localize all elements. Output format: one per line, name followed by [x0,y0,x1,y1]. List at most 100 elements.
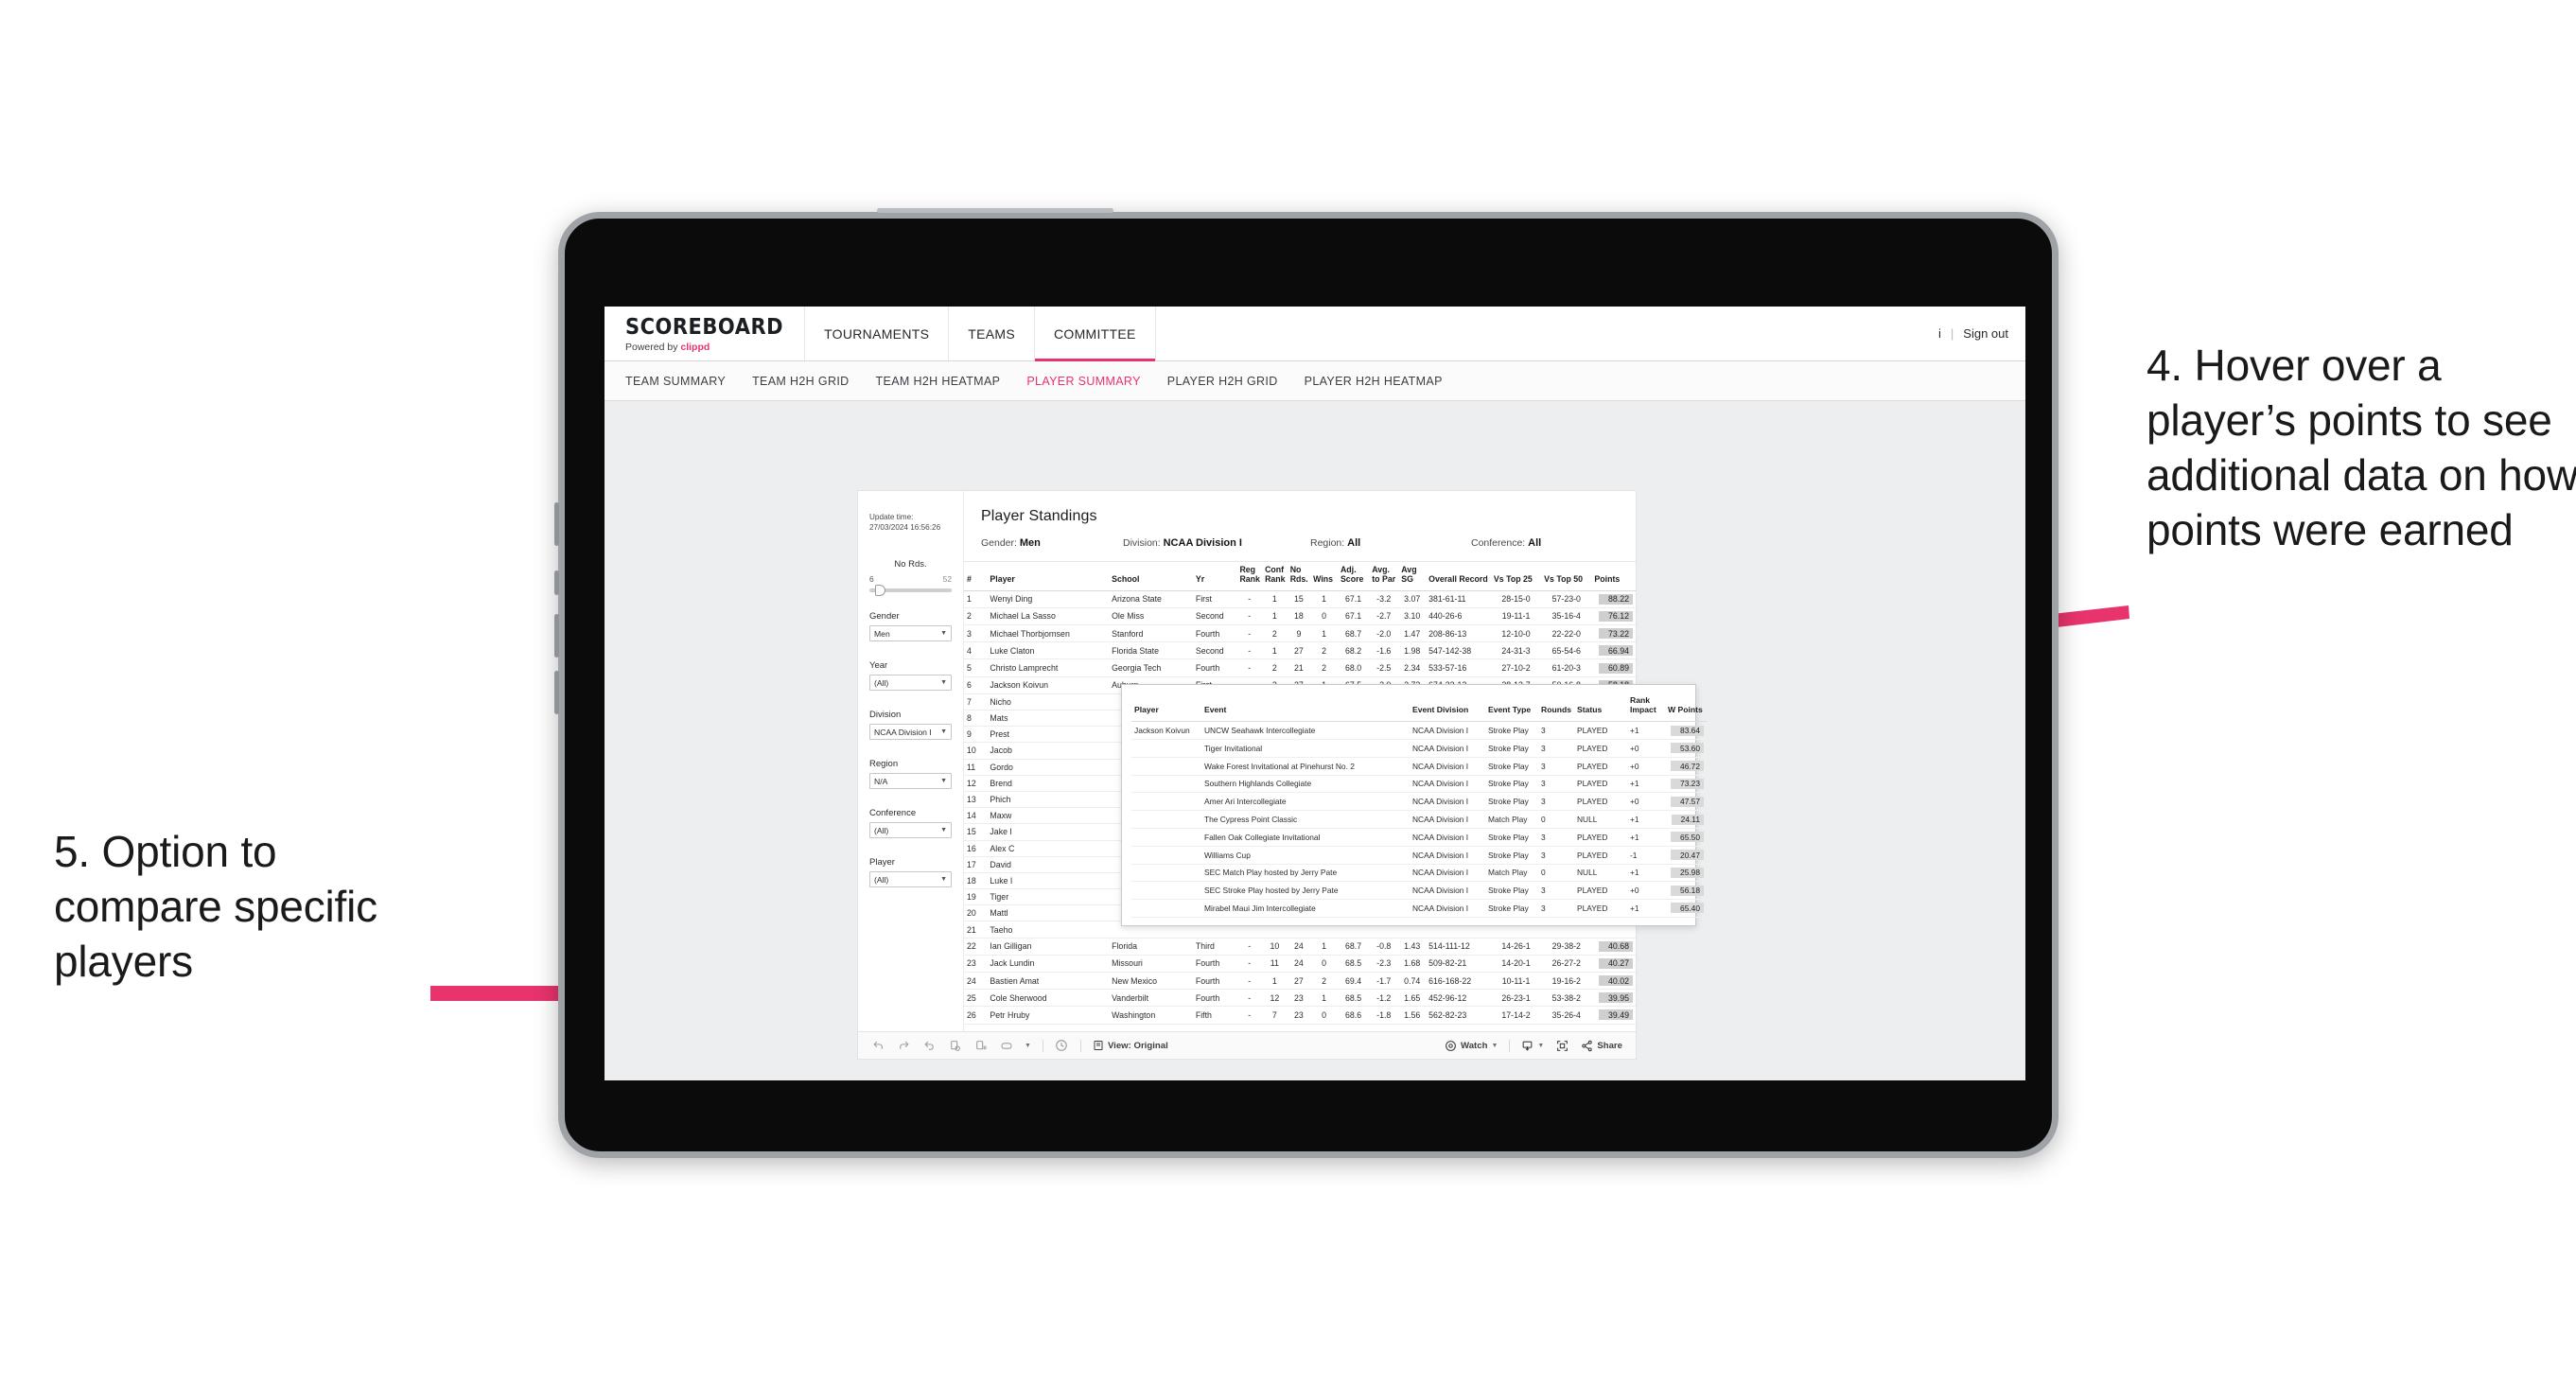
brand-logo[interactable]: SCOREBOARD Powered by clippd [605,307,806,360]
player-cell: Christo Lamprecht [987,658,1110,677]
avg-sg-cell: 3.10 [1398,607,1427,626]
points-cell[interactable]: 76.12 [1591,607,1636,626]
table-row[interactable]: 22 Ian Gilligan Florida Third -10 24 1 68.7 -0.8… [964,938,1636,956]
table-row[interactable]: 24 Bastien Amat New Mexico Fourth -1 27 2 69.4-… [964,972,1636,991]
rank-cell: 1 [964,590,988,608]
share-button[interactable]: Share [1581,1040,1622,1052]
chevron-down-icon[interactable]: ▼ [1025,1043,1031,1049]
filter-gender-select[interactable]: Men ▼ [869,625,952,642]
slider-handle[interactable] [875,585,885,597]
th-yr[interactable]: Yr [1192,562,1237,591]
fullscreen-icon[interactable] [1555,1039,1569,1053]
tooltip-rank-impact-cell: +1 [1627,721,1665,741]
filter-year-select[interactable]: (All) ▼ [869,675,952,692]
refresh-data-icon[interactable] [948,1039,962,1053]
subnav-item-player-h2h-grid[interactable]: PLAYER H2H GRID [1167,375,1278,388]
table-row[interactable]: 1 Wenyi Ding Arizona State First -1 15 1 67.1 -3… [964,590,1636,608]
table-row[interactable]: 5 Christo Lamprecht Georgia Tech Fourth -2 21… [964,658,1636,677]
history-clock-icon[interactable] [1055,1039,1069,1053]
points-cell[interactable]: 60.89 [1591,658,1636,677]
subnav-item-player-h2h-heatmap[interactable]: PLAYER H2H HEATMAP [1305,375,1443,388]
points-cell[interactable]: 40.27 [1591,955,1636,974]
player-cell: Bastien Amat [987,972,1110,991]
tooltip-rank-impact-cell: +1 [1627,810,1665,829]
meta-conference-label: Conference: [1471,537,1526,549]
subnav-item-team-h2h-grid[interactable]: TEAM H2H GRID [752,375,849,388]
points-cell[interactable]: 39.49 [1591,1006,1636,1025]
view-original-button[interactable]: View: Original [1093,1040,1168,1051]
adj-score-cell: 69.4 [1337,972,1370,991]
nav-item-committee[interactable]: COMMITTEE [1034,307,1156,361]
sign-out-link[interactable]: Sign out [1963,326,2008,341]
player-cell: Michael La Sasso [987,607,1110,626]
points-cell[interactable]: 39.95 [1591,989,1636,1008]
subnav-item-team-summary[interactable]: TEAM SUMMARY [625,375,726,388]
meta-region-value: All [1347,537,1361,549]
tooltip-type-cell: Stroke Play [1485,899,1538,918]
tooltip-row: The Cypress Point Classic NCAA Division I… [1131,810,1707,829]
redo-icon[interactable] [897,1039,911,1053]
adj-score-cell: 68.7 [1337,624,1370,643]
nav-item-teams[interactable]: TEAMS [949,307,1035,360]
slider-track[interactable] [869,585,952,597]
th-rank[interactable]: # [964,562,988,591]
tooltip-row: Southern Highlands Collegiate NCAA Divisi… [1131,775,1707,794]
th-reg-rank[interactable]: Reg Rank [1236,562,1263,591]
table-row[interactable]: 25 Cole Sherwood Vanderbilt Fourth -12 23 1 68.… [964,989,1636,1008]
year-cell: Fourth [1192,658,1237,677]
th-vs-top-25[interactable]: Vs Top 25 [1490,562,1542,591]
th-points[interactable]: Points [1591,562,1636,591]
th-avg-sg[interactable]: Avg SG [1398,562,1427,591]
filter-region: Region N/A ▼ [869,759,952,790]
th-player[interactable]: Player [987,562,1110,591]
undo-icon[interactable] [871,1039,885,1053]
subnav-item-team-h2h-heatmap[interactable]: TEAM H2H HEATMAP [876,375,1001,388]
points-cell[interactable]: 40.68 [1591,938,1636,956]
tooltip-rounds-cell: 0 [1538,864,1574,883]
filter-region-select[interactable]: N/A ▼ [869,773,952,790]
th-school[interactable]: School [1109,562,1193,591]
th-wins[interactable]: Wins [1310,562,1338,591]
header-divider: | [1950,326,1954,341]
th-no-rds[interactable]: No Rds. [1287,562,1311,591]
th-avg-to-par[interactable]: Avg. to Par [1369,562,1399,591]
table-row[interactable]: 26 Petr Hruby Washington Fifth -7 23 0 68.6 -1.8… [964,1006,1636,1025]
table-row[interactable]: 2 Michael La Sasso Ole Miss Second -1 18 0 67.1… [964,607,1636,626]
revert-icon[interactable] [922,1039,937,1053]
nav-item-tournaments[interactable]: TOURNAMENTS [805,307,950,360]
tooltip-division-cell: NCAA Division I [1410,721,1485,741]
player-cell: Mattl [987,904,1110,922]
avg-to-par-cell: -2.3 [1369,955,1399,974]
th-conf-rank[interactable]: Conf Rank [1262,562,1288,591]
table-row[interactable]: 4 Luke Claton Florida State Second -1 27 2 68.2… [964,641,1636,660]
avg-to-par-cell: -3.2 [1369,590,1399,608]
table-row[interactable]: 23 Jack Lundin Missouri Fourth -11 24 0 68.5 -2.… [964,955,1636,974]
tooltip-rounds-cell: 3 [1538,721,1574,741]
download-button[interactable]: ▼ [1521,1040,1544,1052]
points-cell[interactable]: 88.22 [1591,590,1636,608]
watch-button[interactable]: Watch ▼ [1445,1040,1498,1052]
vs-top-50-cell: 35-16-4 [1541,607,1592,626]
points-cell[interactable]: 40.02 [1591,972,1636,991]
subnav-item-player-summary[interactable]: PLAYER SUMMARY [1026,375,1140,388]
tooltip-rounds-cell: 3 [1538,757,1574,776]
device-layout-icon[interactable] [999,1039,1013,1053]
pause-data-icon[interactable] [973,1039,988,1053]
points-cell[interactable]: 66.94 [1591,641,1636,660]
filter-division-select[interactable]: NCAA Division I ▼ [869,724,952,741]
th-overall-record[interactable]: Overall Record [1426,562,1491,591]
user-initial-avatar[interactable]: i [1938,326,1941,341]
header-spacer [1156,307,1938,360]
overall-record-cell: 208-86-13 [1426,624,1491,643]
filter-conference-value: (All) [874,825,889,835]
filter-conference-select[interactable]: (All) ▼ [869,822,952,839]
vs-top-50-cell: 22-22-0 [1541,624,1592,643]
th-vs-top-50[interactable]: Vs Top 50 [1541,562,1592,591]
points-value: 73.22 [1598,628,1633,640]
brand-sub-name: clippd [680,341,710,353]
points-cell[interactable]: 73.22 [1591,624,1636,643]
filter-player-select[interactable]: (All) ▼ [869,871,952,888]
th-adj-score[interactable]: Adj. Score [1337,562,1370,591]
eye-icon [1446,1040,1456,1051]
table-row[interactable]: 3 Michael Thorbjornsen Stanford Fourth -2 9 1 6… [964,624,1636,643]
